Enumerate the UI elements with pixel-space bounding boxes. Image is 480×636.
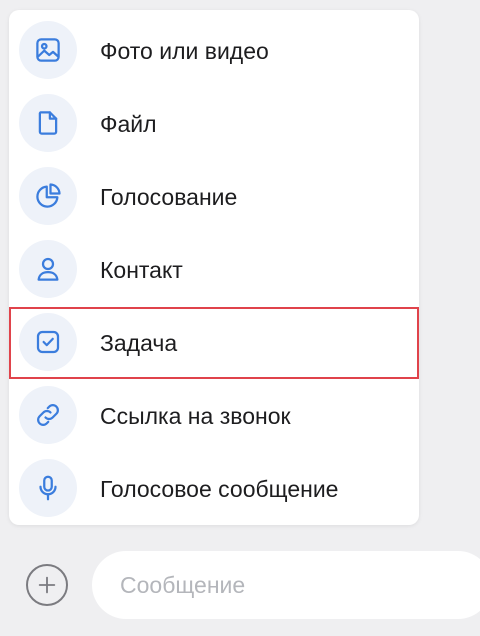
link-icon [19,386,77,444]
menu-item-poll[interactable]: Голосование [9,161,419,233]
menu-item-call-link[interactable]: Ссылка на звонок [9,380,419,452]
task-checkbox-icon [19,313,77,371]
microphone-icon [19,459,77,517]
attach-button[interactable] [26,564,68,606]
menu-item-label: Задача [100,330,178,356]
menu-item-label: Контакт [100,257,183,283]
poll-pie-icon [19,167,77,225]
message-composer [0,540,480,636]
menu-item-label: Голосование [100,184,238,210]
menu-item-label: Файл [100,111,157,137]
menu-item-label: Ссылка на звонок [100,403,291,429]
attachment-menu: Фото или видео Файл Голосование Контакт [9,10,419,525]
menu-item-label: Голосовое сообщение [100,476,339,502]
plus-circle-icon [38,576,56,594]
menu-item-label: Фото или видео [100,38,269,64]
menu-item-file[interactable]: Файл [9,88,419,160]
file-icon [19,94,77,152]
message-input[interactable] [92,551,480,619]
menu-item-contact[interactable]: Контакт [9,234,419,306]
menu-item-task[interactable]: Задача [9,307,419,379]
menu-item-photo-video[interactable]: Фото или видео [9,15,419,87]
contact-person-icon [19,240,77,298]
image-icon [19,21,77,79]
menu-item-voice-message[interactable]: Голосовое сообщение [9,453,419,525]
